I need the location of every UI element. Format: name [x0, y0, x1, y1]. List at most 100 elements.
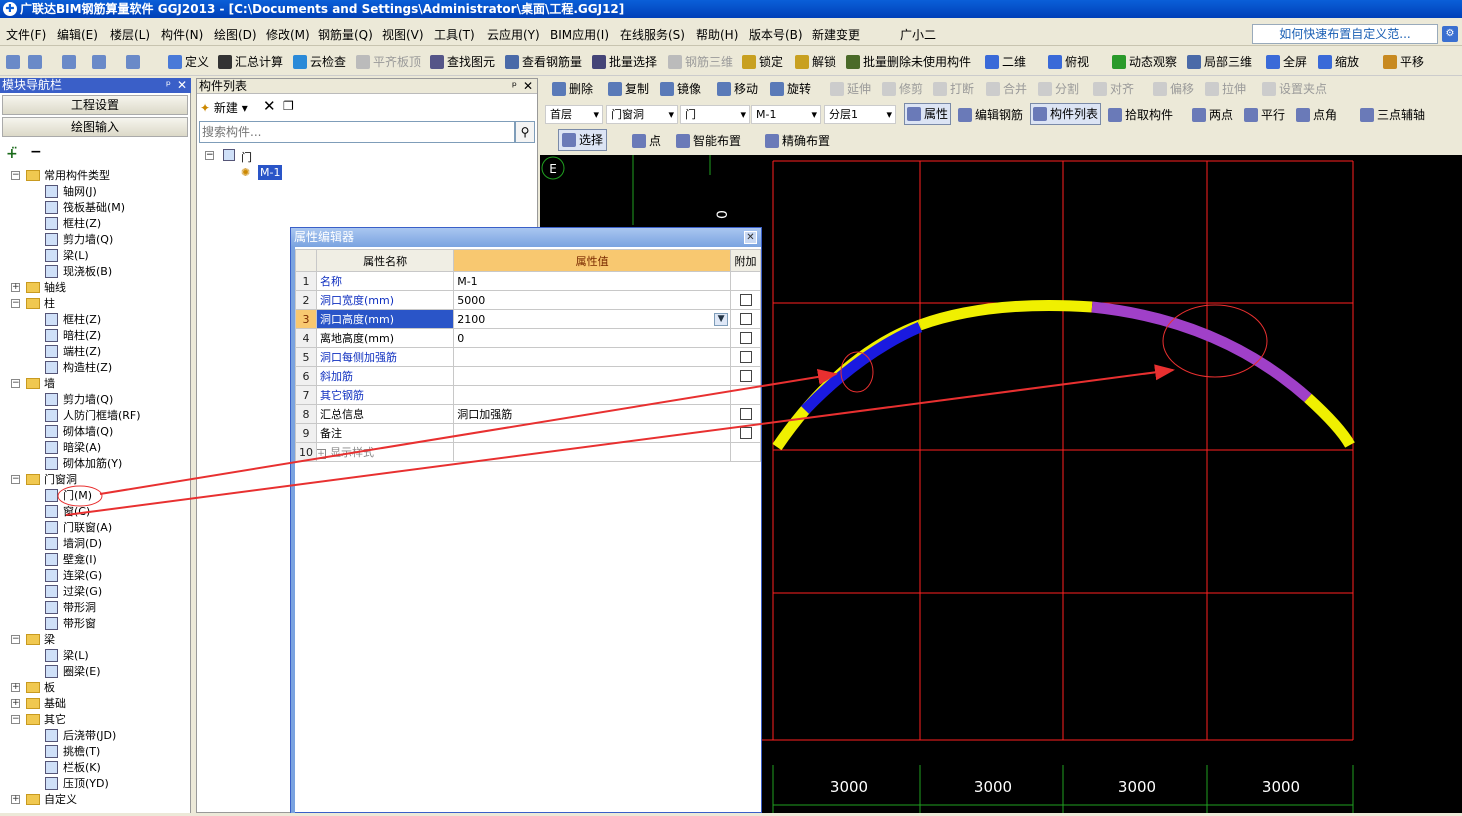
- tree-folder[interactable]: 梁: [26, 632, 55, 648]
- tree-item[interactable]: 轴网(J): [45, 184, 97, 200]
- property-row[interactable]: 8 汇总信息 洞口加强筋: [295, 404, 761, 424]
- help-link[interactable]: 如何快速布置自定义范...: [1252, 24, 1438, 44]
- copy-icon[interactable]: ❐: [283, 99, 294, 113]
- precise-layout-button[interactable]: 精确布置: [765, 129, 830, 153]
- component-select[interactable]: M-1 ▾: [751, 105, 821, 124]
- select-button[interactable]: 选择: [558, 129, 608, 151]
- edit-toolbar-button[interactable]: 拉伸: [1205, 77, 1246, 101]
- toolbar-button[interactable]: 全屏: [1266, 50, 1307, 74]
- tree-folder[interactable]: 墙: [26, 376, 55, 392]
- point-button[interactable]: 点: [632, 129, 661, 153]
- edit-toolbar-button[interactable]: 设置夹点: [1262, 77, 1327, 101]
- toolbar-button[interactable]: 二维: [985, 50, 1026, 74]
- tree-item[interactable]: 门联窗(A): [45, 520, 112, 536]
- component-search-input[interactable]: [199, 121, 515, 143]
- floor-select[interactable]: 首层 ▾: [545, 105, 603, 124]
- tree-item[interactable]: 暗柱(Z): [45, 328, 101, 344]
- additional-checkbox[interactable]: [739, 293, 752, 306]
- category-select[interactable]: 门窗洞 ▾: [606, 105, 678, 124]
- property-row[interactable]: 5 洞口每侧加强筋: [295, 347, 761, 367]
- tree-item[interactable]: 框柱(Z): [45, 216, 101, 232]
- toolbar-button[interactable]: 局部三维: [1187, 50, 1252, 74]
- menu-item[interactable]: 帮助(H): [696, 26, 738, 43]
- tree-folder[interactable]: 常用构件类型: [26, 168, 110, 184]
- property-value[interactable]: 洞口加强筋: [453, 404, 732, 424]
- tree-item[interactable]: 壁龛(I): [45, 552, 97, 568]
- tree-item[interactable]: 砌体加筋(Y): [45, 456, 122, 472]
- menu-item[interactable]: 云应用(Y): [487, 26, 540, 43]
- two-point-button[interactable]: 两点: [1192, 103, 1233, 127]
- pin-icon[interactable]: ᵖ: [512, 79, 517, 94]
- toolbar-button[interactable]: 查找图元: [430, 50, 495, 74]
- menu-item[interactable]: BIM应用(I): [550, 26, 609, 43]
- project-settings-button[interactable]: 工程设置: [2, 95, 188, 115]
- undo-icon[interactable]: [92, 50, 109, 74]
- new-file-icon[interactable]: [6, 50, 23, 74]
- edit-toolbar-button[interactable]: 移动: [717, 77, 758, 101]
- tree-folder[interactable]: 门窗洞: [26, 472, 77, 488]
- tree-expand-toggle[interactable]: +: [11, 283, 20, 292]
- open-folder-icon[interactable]: [28, 50, 45, 74]
- additional-checkbox[interactable]: [739, 426, 752, 439]
- pin-icon[interactable]: ᵖ: [166, 78, 171, 93]
- tree-item[interactable]: 人防门框墙(RF): [45, 408, 141, 424]
- tree-folder[interactable]: 基础: [26, 696, 66, 712]
- tree-item[interactable]: 挑檐(T): [45, 744, 100, 760]
- tree-item[interactable]: 栏板(K): [45, 760, 101, 776]
- chevron-down-icon[interactable]: ▼: [714, 313, 729, 326]
- close-icon[interactable]: ✕: [177, 78, 187, 93]
- toolbar-button[interactable]: 云检查: [293, 50, 346, 74]
- toolbar-button[interactable]: 钢筋三维: [668, 50, 733, 74]
- tree-item[interactable]: 现浇板(B): [45, 264, 112, 280]
- property-row[interactable]: 7 其它钢筋: [295, 385, 761, 405]
- save-icon[interactable]: [62, 50, 79, 74]
- tree-item[interactable]: 梁(L): [45, 648, 89, 664]
- property-row[interactable]: 6 斜加筋: [295, 366, 761, 386]
- property-value[interactable]: 0: [453, 328, 732, 348]
- menu-item[interactable]: 工具(T): [434, 26, 475, 43]
- toolbar-button[interactable]: 俯视: [1048, 50, 1089, 74]
- tree-item[interactable]: 窗(C): [45, 504, 90, 520]
- edit-toolbar-button[interactable]: 延伸: [830, 77, 871, 101]
- property-row[interactable]: 2 洞口宽度(mm) 5000: [295, 290, 761, 310]
- toolbar-button[interactable]: 平齐板顶: [356, 50, 421, 74]
- tree-expand-toggle[interactable]: −: [11, 171, 20, 180]
- menu-item[interactable]: 文件(F): [6, 26, 46, 43]
- tree-item[interactable]: 过梁(G): [45, 584, 102, 600]
- menu-item[interactable]: 视图(V): [382, 26, 424, 43]
- menu-item[interactable]: 修改(M): [266, 26, 310, 43]
- three-point-axis-button[interactable]: 三点辅轴: [1360, 103, 1425, 127]
- tree-item[interactable]: 压顶(YD): [45, 776, 109, 792]
- tree-expand-toggle[interactable]: −: [11, 379, 20, 388]
- additional-checkbox[interactable]: [739, 350, 752, 363]
- close-icon[interactable]: ✕: [744, 231, 757, 244]
- property-row[interactable]: 4 离地高度(mm) 0: [295, 328, 761, 348]
- menu-item[interactable]: 新建变更: [812, 26, 860, 43]
- edit-toolbar-button[interactable]: 合并: [986, 77, 1027, 101]
- tree-root-door[interactable]: 门: [241, 149, 252, 165]
- toolbar-button[interactable]: 批量删除未使用构件: [846, 50, 971, 74]
- tree-expand-toggle[interactable]: −: [11, 635, 20, 644]
- edit-toolbar-button[interactable]: 打断: [933, 77, 974, 101]
- edit-toolbar-button[interactable]: 删除: [552, 77, 593, 101]
- tree-item[interactable]: 剪力墙(Q): [45, 232, 113, 248]
- tree-expand-toggle[interactable]: +: [11, 699, 20, 708]
- edit-toolbar-button[interactable]: 偏移: [1153, 77, 1194, 101]
- type-select[interactable]: 门 ▾: [680, 105, 750, 124]
- point-angle-button[interactable]: 点角: [1296, 103, 1337, 127]
- toolbar-button[interactable]: 批量选择: [592, 50, 657, 74]
- tree-item[interactable]: 梁(L): [45, 248, 89, 264]
- layer-select[interactable]: 分层1 ▾: [824, 105, 896, 124]
- toolbar-button[interactable]: 定义: [168, 50, 209, 74]
- additional-checkbox[interactable]: [739, 369, 752, 382]
- edit-toolbar-button[interactable]: 分割: [1038, 77, 1079, 101]
- expand-all-icon[interactable]: +̈: [6, 146, 18, 162]
- additional-checkbox[interactable]: [739, 331, 752, 344]
- tree-item[interactable]: 暗梁(A): [45, 440, 101, 456]
- additional-checkbox[interactable]: [739, 407, 752, 420]
- toolbar-button[interactable]: 锁定: [742, 50, 783, 74]
- edit-toolbar-button[interactable]: 镜像: [660, 77, 701, 101]
- tree-folder[interactable]: 轴线: [26, 280, 66, 296]
- tree-collapse-toggle[interactable]: −: [205, 151, 214, 160]
- properties-button[interactable]: 属性: [904, 103, 952, 125]
